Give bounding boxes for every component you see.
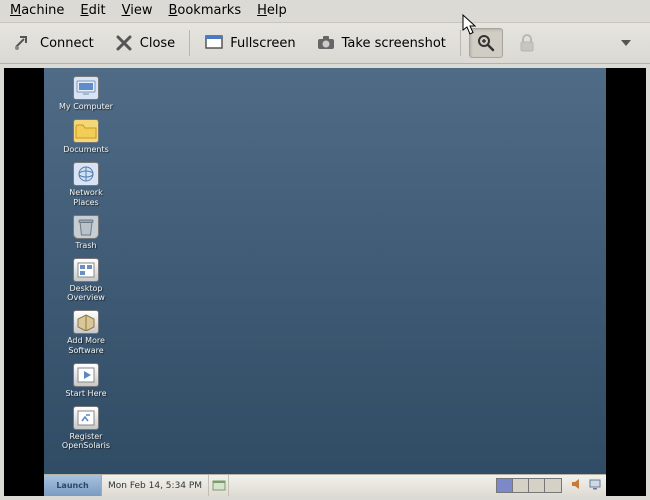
lock-button[interactable] xyxy=(511,29,543,57)
start-here-icon xyxy=(73,363,99,387)
menu-help[interactable]: HelpHelp xyxy=(257,3,287,18)
toolbar-separator-2 xyxy=(460,30,461,56)
menu-view[interactable]: ViewView xyxy=(122,3,153,18)
close-button[interactable]: Close xyxy=(108,29,181,57)
desktop-icon-label: Add More Software xyxy=(56,336,116,354)
desktop-icon-documents[interactable]: Documents xyxy=(56,119,116,154)
connect-icon xyxy=(14,33,34,53)
desktop-icon-start-here[interactable]: Start Here xyxy=(56,363,116,398)
launch-button[interactable]: Launch xyxy=(44,475,102,496)
desktop-icon-trash[interactable]: Trash xyxy=(56,215,116,250)
desktop-icon-my-computer[interactable]: My Computer xyxy=(56,76,116,111)
volume-icon[interactable] xyxy=(570,477,584,494)
overview-icon xyxy=(73,258,99,282)
remote-display-area: My Computer Documents Network Places Tra… xyxy=(4,68,646,496)
menu-machine[interactable]: MMachineachine xyxy=(10,3,64,18)
close-icon xyxy=(114,33,134,53)
close-label: Close xyxy=(140,36,175,51)
desktop-icon-label: Network Places xyxy=(56,188,116,206)
workspace-2[interactable] xyxy=(513,479,529,492)
toolbar-separator xyxy=(189,30,190,56)
fullscreen-label: Fullscreen xyxy=(230,36,295,51)
menu-bookmarks[interactable]: BookmarksBookmarks xyxy=(168,3,241,18)
system-tray xyxy=(566,477,606,494)
lock-icon xyxy=(517,33,537,53)
fullscreen-icon xyxy=(204,33,224,53)
workspace-1[interactable] xyxy=(497,479,513,492)
desktop-icons-column: My Computer Documents Network Places Tra… xyxy=(56,76,116,450)
connect-button[interactable]: Connect xyxy=(8,29,100,57)
desktop-icon-label: My Computer xyxy=(59,102,113,111)
guest-desktop[interactable]: My Computer Documents Network Places Tra… xyxy=(44,68,606,496)
panel-clock[interactable]: Mon Feb 14, 5:34 PM xyxy=(102,475,209,496)
launch-label: Launch xyxy=(56,481,88,490)
camera-icon xyxy=(316,33,336,53)
guest-panel: Launch Mon Feb 14, 5:34 PM xyxy=(44,474,606,496)
register-icon xyxy=(73,406,99,430)
workspace-pager[interactable] xyxy=(496,478,562,493)
zoom-button[interactable] xyxy=(469,28,503,58)
clock-text: Mon Feb 14, 5:34 PM xyxy=(108,481,202,491)
connect-label: Connect xyxy=(40,36,94,51)
desktop-icon-add-more-software[interactable]: Add More Software xyxy=(56,310,116,354)
desktop-icon-label: Trash xyxy=(75,241,96,250)
fullscreen-button[interactable]: Fullscreen xyxy=(198,29,301,57)
desktop-icon-label: Desktop Overview xyxy=(56,284,116,302)
desktop-icon-desktop-overview[interactable]: Desktop Overview xyxy=(56,258,116,302)
desktop-icon-label: Register OpenSolaris xyxy=(56,432,116,450)
desktop-icon-network-places[interactable]: Network Places xyxy=(56,162,116,206)
package-icon xyxy=(73,310,99,334)
computer-icon xyxy=(73,76,99,100)
show-desktop-button[interactable] xyxy=(209,475,229,496)
chevron-down-icon xyxy=(616,33,636,53)
desktop-icon-label: Documents xyxy=(63,145,109,154)
zoom-icon xyxy=(476,33,496,53)
desktop-icon-label: Start Here xyxy=(65,389,106,398)
folder-icon xyxy=(73,119,99,143)
trash-icon xyxy=(73,215,99,239)
screenshot-button[interactable]: Take screenshot xyxy=(310,29,452,57)
menubar: MMachineachine EditEdit ViewView Bookmar… xyxy=(0,0,650,23)
menu-edit[interactable]: EditEdit xyxy=(80,3,105,18)
desktop-icon-register-opensolaris[interactable]: Register OpenSolaris xyxy=(56,406,116,450)
workspace-4[interactable] xyxy=(545,479,561,492)
network-tray-icon[interactable] xyxy=(588,477,602,494)
show-desktop-icon xyxy=(212,480,226,492)
toolbar: Connect Close Fullscreen Take screenshot xyxy=(0,23,650,64)
screenshot-label: Take screenshot xyxy=(342,36,446,51)
workspace-3[interactable] xyxy=(529,479,545,492)
toolbar-menu-button[interactable] xyxy=(610,29,642,57)
network-icon xyxy=(73,162,99,186)
